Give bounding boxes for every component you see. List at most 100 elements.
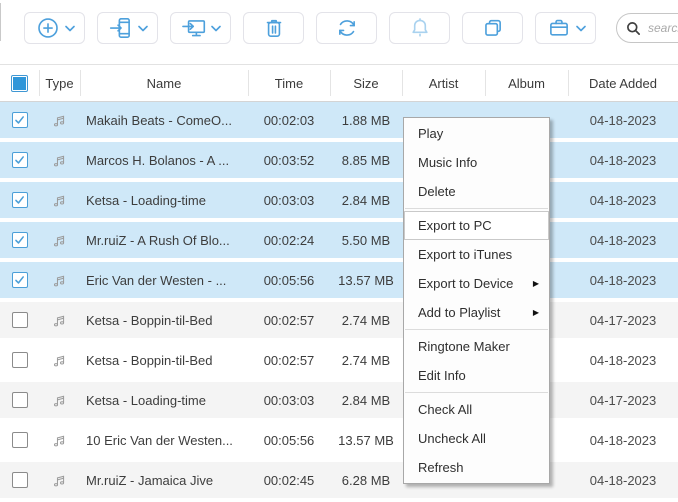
song-size: 5.50 MB [342,233,390,248]
select-all-checkbox[interactable] [11,75,28,92]
music-note-icon [51,432,68,449]
row-checkbox[interactable] [12,272,28,288]
song-time: 00:02:03 [264,113,315,128]
music-note-icon [51,312,68,329]
delete-button[interactable] [243,12,304,44]
context-menu-item[interactable]: Edit Info ▶ [404,361,549,390]
song-date-added: 04-18-2023 [590,233,657,248]
music-note-icon [51,112,68,129]
column-header-type[interactable]: Type [39,65,80,101]
song-date-added: 04-18-2023 [590,273,657,288]
search-icon [626,21,641,36]
menu-separator [405,329,548,330]
song-time: 00:02:45 [264,473,315,488]
column-header-size[interactable]: Size [330,65,402,101]
song-name: Eric Van der Westen - ... [86,273,226,288]
context-menu-item[interactable]: Refresh ▶ [404,453,549,482]
search-input[interactable] [646,20,678,36]
table-header: Type Name Time Size Artist Album Date Ad… [0,64,678,102]
song-name: Ketsa - Boppin-til-Bed [86,313,212,328]
checkmark-icon [14,115,25,125]
table-row[interactable]: Ketsa - Loading-time 00:03:03 2.84 MB 04… [0,382,678,422]
song-time: 00:02:57 [264,353,315,368]
song-time: 00:05:56 [264,273,315,288]
row-checkbox[interactable] [12,432,28,448]
copy-button[interactable] [462,12,523,44]
checkmark-icon [14,275,25,285]
table-row[interactable]: Eric Van der Westen - ... 00:05:56 13.57… [0,262,678,302]
column-header-time[interactable]: Time [248,65,330,101]
context-menu-item[interactable]: Music Info ▶ [404,148,549,177]
search-box [616,13,678,43]
music-manager-window: Type Name Time Size Artist Album Date Ad… [0,0,678,502]
song-date-added: 04-17-2023 [590,313,657,328]
chevron-down-icon [211,25,221,32]
export-to-pc-button[interactable] [170,12,231,44]
column-header-album[interactable]: Album [485,65,568,101]
song-name: Ketsa - Loading-time [86,193,206,208]
row-checkbox[interactable] [12,352,28,368]
song-size: 2.74 MB [342,353,390,368]
song-size: 8.85 MB [342,153,390,168]
row-checkbox[interactable] [12,152,28,168]
table-row[interactable]: Ketsa - Loading-time 00:03:03 2.84 MB 04… [0,182,678,222]
music-note-icon [51,472,68,489]
row-checkbox[interactable] [12,232,28,248]
context-menu: Play ▶ Music Info ▶ Delete ▶ Export to P… [403,117,550,484]
plus-circle-icon [35,15,61,41]
table-row[interactable]: Marcos H. Bolanos - A ... 00:03:52 8.85 … [0,142,678,182]
column-header-artist[interactable]: Artist [402,65,485,101]
table-row[interactable]: 10 Eric Van der Westen... 00:05:56 13.57… [0,422,678,462]
song-time: 00:03:03 [264,393,315,408]
refresh-button[interactable] [316,12,377,44]
notifications-button[interactable] [389,12,450,44]
context-menu-item[interactable]: Uncheck All ▶ [404,424,549,453]
chevron-down-icon [138,25,148,32]
context-menu-item[interactable]: Export to iTunes ▶ [404,240,549,269]
row-checkbox[interactable] [12,312,28,328]
row-checkbox[interactable] [12,392,28,408]
song-size: 13.57 MB [338,273,394,288]
submenu-arrow-icon: ▶ [533,270,539,297]
row-checkbox[interactable] [12,472,28,488]
context-menu-item[interactable]: Export to PC ▶ [404,211,549,240]
add-button[interactable] [24,12,85,44]
checkmark-icon [14,235,25,245]
table-row[interactable]: Mr.ruiZ - Jamaica Jive 00:02:45 6.28 MB … [0,462,678,502]
music-note-icon [51,352,68,369]
toolbar [0,0,678,64]
song-time: 00:02:24 [264,233,315,248]
context-menu-item[interactable]: Export to Device ▶ [404,269,549,298]
chevron-down-icon [65,25,75,32]
song-name: Mr.ruiZ - Jamaica Jive [86,473,213,488]
context-menu-item[interactable]: Delete ▶ [404,177,549,206]
table-row[interactable]: Makaih Beats - ComeO... 00:02:03 1.88 MB… [0,102,678,142]
song-date-added: 04-18-2023 [590,113,657,128]
song-size: 2.84 MB [342,193,390,208]
table-row[interactable]: Ketsa - Boppin-til-Bed 00:02:57 2.74 MB … [0,302,678,342]
column-header-date-added[interactable]: Date Added [568,65,678,101]
column-header-name[interactable]: Name [80,65,248,101]
row-checkbox[interactable] [12,112,28,128]
toolbox-button[interactable] [535,12,596,44]
context-menu-item[interactable]: Ringtone Maker ▶ [404,332,549,361]
import-to-device-button[interactable] [97,12,158,44]
trash-icon [261,15,287,41]
song-date-added: 04-18-2023 [590,433,657,448]
menu-separator [405,208,548,209]
song-time: 00:03:52 [264,153,315,168]
table-row[interactable]: Ketsa - Boppin-til-Bed 00:02:57 2.74 MB … [0,342,678,382]
song-size: 2.84 MB [342,393,390,408]
song-date-added: 04-18-2023 [590,473,657,488]
table-row[interactable]: Mr.ruiZ - A Rush Of Blo... 00:02:24 5.50… [0,222,678,262]
context-menu-item[interactable]: Play ▶ [404,119,549,148]
context-menu-item[interactable]: Add to Playlist ▶ [404,298,549,327]
song-name: Ketsa - Boppin-til-Bed [86,353,212,368]
briefcase-icon [546,15,572,41]
context-menu-item[interactable]: Check All ▶ [404,395,549,424]
song-size: 13.57 MB [338,433,394,448]
song-date-added: 04-18-2023 [590,153,657,168]
row-checkbox[interactable] [12,192,28,208]
song-name: 10 Eric Van der Westen... [86,433,233,448]
song-date-added: 04-18-2023 [590,193,657,208]
